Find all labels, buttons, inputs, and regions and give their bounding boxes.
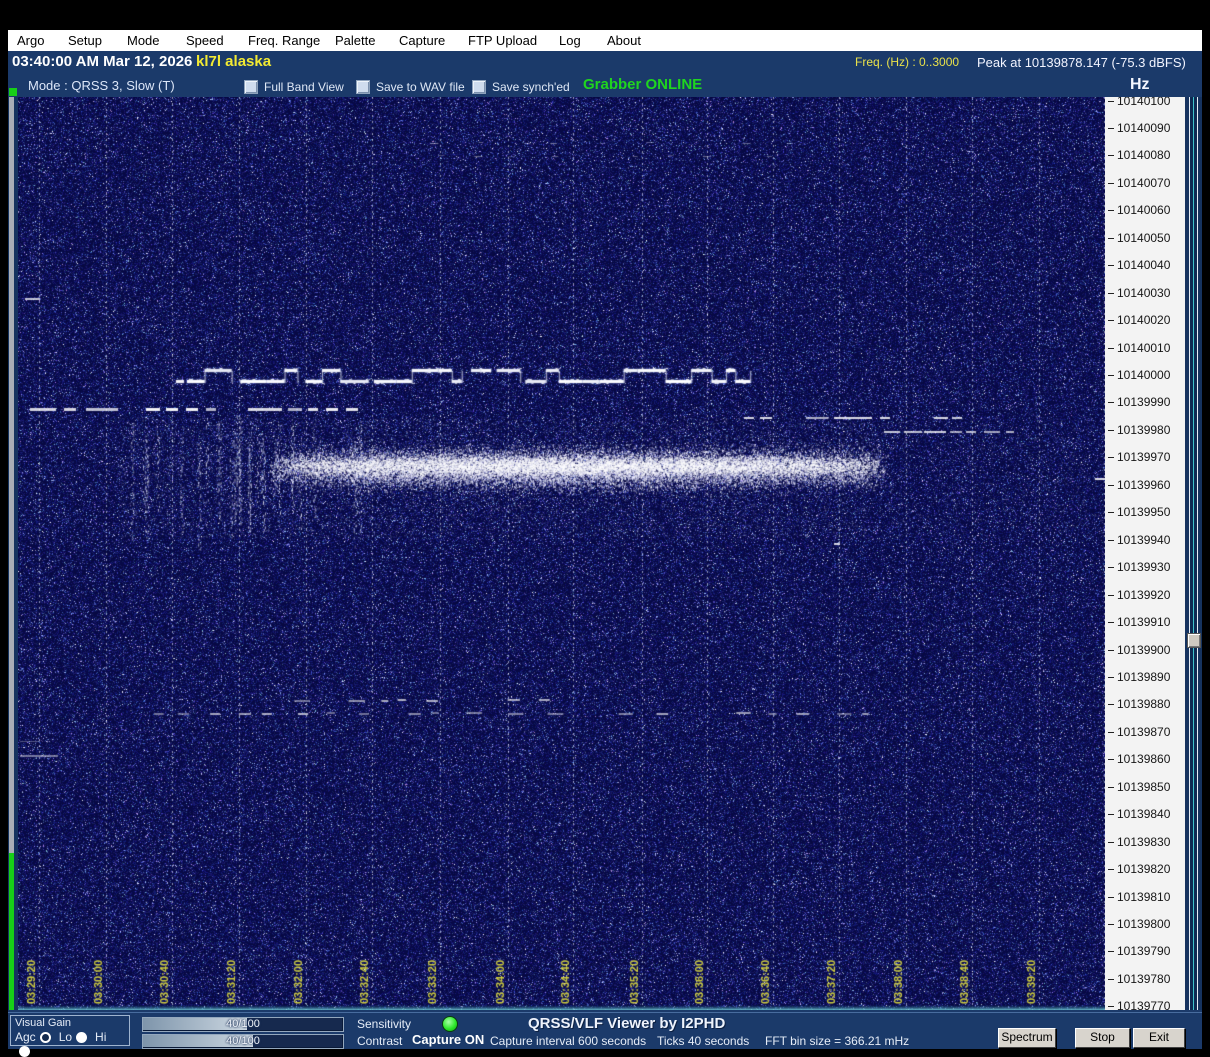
- radio-hi[interactable]: [19, 1046, 30, 1057]
- radio-label-hi: Hi: [95, 1030, 107, 1044]
- menu-item-argo[interactable]: Argo: [17, 30, 44, 51]
- screen: Argo Setup Mode Speed Freq. Range Palette Capt…: [0, 0, 1210, 1057]
- title-bar: 03:40:00 AM Mar 12, 2026 kl7l alaska Fre…: [8, 51, 1202, 74]
- hz-unit-label: Hz: [1130, 76, 1150, 93]
- checkbox-save-synch-ed[interactable]: [472, 79, 486, 94]
- checkbox-label: Full Band View: [264, 79, 344, 94]
- freq-scale-label: 10139950: [1107, 505, 1171, 520]
- peak-readout: Peak at 10139878.147 (-75.3 dBFS): [977, 55, 1186, 70]
- radio-label-lo: Lo: [58, 1030, 73, 1044]
- freq-scale-label: 10139780: [1107, 971, 1171, 986]
- freq-range-readout: Freq. (Hz) : 0..3000: [855, 55, 960, 69]
- checkbox-label: Save synch'ed: [492, 79, 570, 94]
- scrollbar-handle[interactable]: [1187, 633, 1201, 648]
- checkbox-group-full-band-view: Full Band View: [244, 78, 344, 94]
- checkbox-full-band-view[interactable]: [244, 79, 258, 94]
- main-area: 10140100 10140090 10140080 10140070 10140060…: [8, 88, 1202, 1010]
- meter-track: [9, 97, 14, 853]
- level-meter: [8, 88, 18, 1010]
- grabber-status: Grabber ONLINE: [583, 76, 703, 93]
- freq-scale-label: 10139910: [1107, 615, 1171, 630]
- frequency-scrollbar[interactable]: [1185, 97, 1202, 1010]
- freq-scale-label: 10139930: [1107, 560, 1171, 575]
- stop-button[interactable]: Stop: [1075, 1028, 1130, 1048]
- checkbox-group-save-synch-ed: Save synch'ed: [472, 78, 570, 94]
- radio-lo[interactable]: [76, 1032, 88, 1043]
- meter-led: [9, 88, 17, 96]
- freq-scale-label: 10139940: [1107, 532, 1171, 547]
- contrast-label: Contrast: [357, 1034, 403, 1048]
- freq-scale-label: 10139860: [1107, 752, 1171, 767]
- mode-label: Mode : QRSS 3, Slow (T): [28, 78, 175, 93]
- freq-scale-label: 10140060: [1107, 203, 1171, 218]
- spectrum-button[interactable]: Spectrum: [998, 1028, 1056, 1048]
- mode-bar: Mode : QRSS 3, Slow (T) Full Band View Sa…: [8, 74, 1202, 97]
- freq-scale-label: 10139880: [1107, 697, 1171, 712]
- freq-scale-label: 10140000: [1107, 368, 1171, 382]
- freq-scale-label: 10139800: [1107, 917, 1171, 931]
- freq-scale-label: 10139970: [1107, 450, 1171, 465]
- freq-scale-label: 10139840: [1107, 807, 1171, 822]
- freq-scale-label: 10139990: [1107, 395, 1171, 410]
- menu-item-mode[interactable]: Mode: [127, 30, 160, 51]
- menu-item-capture[interactable]: Capture: [399, 30, 445, 51]
- waterfall-display: [18, 97, 1105, 1010]
- freq-scale-label: 10139960: [1107, 477, 1171, 492]
- frequency-scale: 10140100 10140090 10140080 10140070 10140060…: [1105, 97, 1185, 1010]
- app-title: QRSS/VLF Viewer by I2PHD: [528, 1015, 726, 1032]
- menu-item-log[interactable]: Log: [559, 30, 581, 51]
- capture-led-icon: [442, 1016, 458, 1032]
- menu-item-speed[interactable]: Speed: [186, 30, 224, 51]
- freq-scale-label: 10139770: [1107, 1000, 1170, 1010]
- sensitivity-slider[interactable]: 40/100: [142, 1017, 344, 1032]
- menu-item-about[interactable]: About: [607, 30, 641, 51]
- freq-scale-label: 10139850: [1107, 779, 1171, 794]
- visual-gain-label: Visual Gain: [15, 1017, 72, 1029]
- control-bar: Visual Gain Agc Lo Hi 40/100 40/100 Sensit…: [8, 1012, 1202, 1057]
- clock-readout: 03:40:00 AM Mar 12, 2026: [12, 53, 193, 70]
- freq-scale-label: 10140030: [1107, 285, 1171, 300]
- radio-label-agc: Agc: [15, 1030, 36, 1044]
- freq-scale-label: 10140090: [1107, 120, 1171, 135]
- meter-fill: [9, 853, 14, 1010]
- station-callsign: kl7l alaska: [196, 53, 272, 70]
- sensitivity-label: Sensitivity: [357, 1017, 412, 1031]
- menu-item-palette[interactable]: Palette: [335, 30, 375, 51]
- freq-scale-label: 10139790: [1107, 944, 1171, 959]
- freq-scale-label: 10139900: [1107, 642, 1171, 657]
- freq-scale-label: 10140040: [1107, 258, 1171, 273]
- freq-scale-label: 10139830: [1107, 834, 1171, 849]
- freq-scale-label: 10139820: [1107, 862, 1171, 877]
- menu-bar: Argo Setup Mode Speed Freq. Range Palette Capt…: [8, 30, 1202, 51]
- exit-button[interactable]: Exit: [1133, 1028, 1185, 1048]
- ticks-info: Ticks 40 seconds: [657, 1034, 750, 1048]
- menu-item-ftp-upload[interactable]: FTP Upload: [468, 30, 537, 51]
- radio-agc[interactable]: [39, 1032, 51, 1043]
- freq-scale-label: 10139920: [1107, 587, 1171, 602]
- checkbox-group-save-to-wav-file: Save to WAV file: [356, 78, 465, 94]
- freq-scale-label: 10139870: [1107, 724, 1171, 739]
- freq-scale-label: 10139890: [1107, 669, 1171, 684]
- freq-scale-label: 10140010: [1107, 340, 1171, 355]
- visual-gain-group: Visual Gain Agc Lo Hi: [10, 1015, 130, 1057]
- freq-scale-label: 10139810: [1107, 889, 1171, 904]
- fft-bin-info: FFT bin size = 366.21 mHz: [765, 1034, 910, 1048]
- freq-scale-label: 10140050: [1107, 230, 1171, 245]
- menu-item-freq-range[interactable]: Freq. Range: [248, 30, 320, 51]
- app-window: Argo Setup Mode Speed Freq. Range Palette Capt…: [8, 30, 1202, 1057]
- menu-item-setup[interactable]: Setup: [68, 30, 102, 51]
- freq-scale-label: 10140070: [1107, 175, 1171, 190]
- capture-interval-info: Capture interval 600 seconds: [490, 1034, 647, 1048]
- contrast-slider[interactable]: 40/100: [142, 1034, 344, 1049]
- scrollbar-track[interactable]: [1189, 97, 1198, 1010]
- freq-scale-label: 10140020: [1107, 313, 1171, 328]
- freq-scale-label: 10139980: [1107, 422, 1171, 437]
- checkbox-save-to-wav-file[interactable]: [356, 79, 370, 94]
- freq-scale-label: 10140080: [1107, 148, 1171, 163]
- checkbox-label: Save to WAV file: [376, 79, 465, 94]
- freq-scale-label: 10140100: [1107, 97, 1170, 108]
- capture-status: Capture ON: [412, 1032, 485, 1047]
